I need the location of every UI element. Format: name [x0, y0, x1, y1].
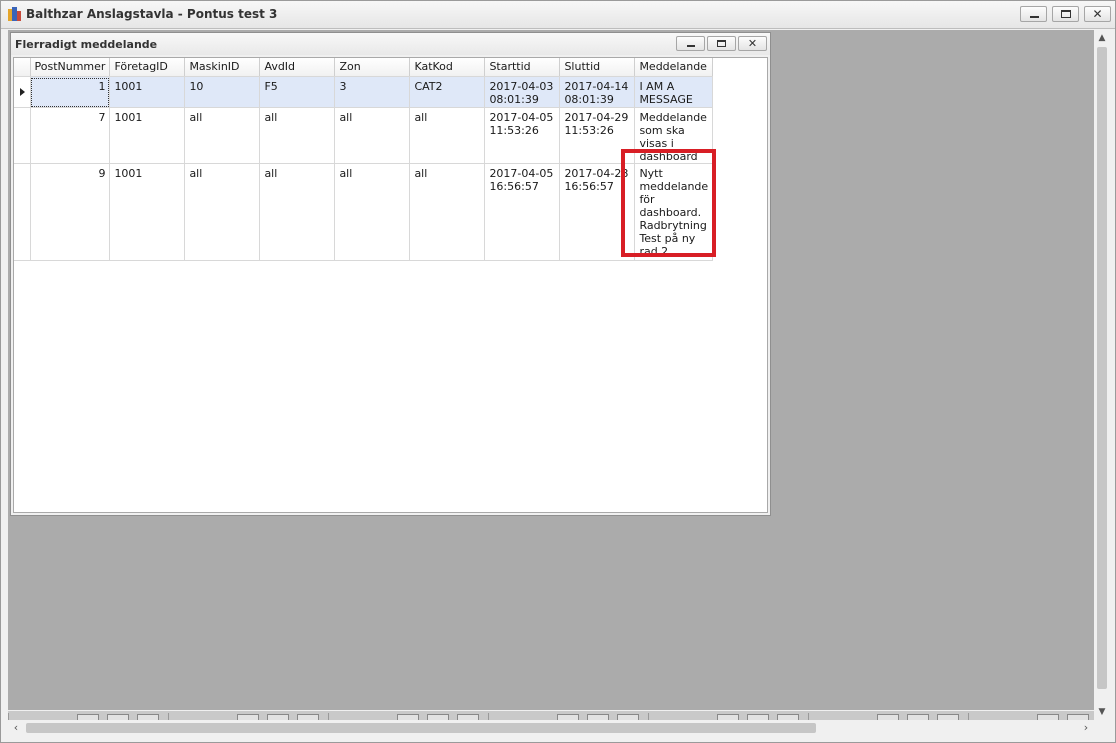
cell-zon[interactable]: all [334, 107, 411, 164]
cell-starttid[interactable]: 2017-04-03 08:01:39 [484, 76, 561, 108]
maximize-icon [717, 40, 726, 47]
child-window-title: Flerradigt meddelande [15, 38, 158, 51]
row-selector[interactable] [14, 107, 31, 164]
scroll-down-icon[interactable]: ▼ [1094, 704, 1110, 720]
cell-postnummer[interactable]: 9 [30, 163, 111, 261]
close-icon: ✕ [1092, 7, 1103, 21]
minimized-window[interactable] [808, 713, 964, 720]
column-header-zon[interactable]: Zon [334, 58, 411, 77]
horizontal-scroll-thumb[interactable] [26, 723, 816, 733]
scroll-up-icon[interactable]: ▲ [1094, 30, 1110, 46]
maximize-icon [1061, 10, 1071, 18]
cell-avdid[interactable]: F5 [259, 76, 336, 108]
app-logo-icon [8, 7, 22, 22]
column-header-starttid[interactable]: Starttid [484, 58, 561, 77]
table-row[interactable]: 1 1001 10 F5 3 CAT2 2017-04-03 08:01:39 … [14, 76, 714, 108]
cell-avdid[interactable]: all [259, 107, 336, 164]
minimized-window[interactable] [488, 713, 644, 720]
scroll-left-icon[interactable]: ‹ [8, 720, 24, 736]
column-header-postnummer[interactable]: PostNummer [30, 58, 111, 77]
cell-foretagid[interactable]: 1001 [109, 107, 186, 164]
minimize-button[interactable] [1020, 6, 1047, 22]
child-maximize-button[interactable] [707, 36, 736, 51]
column-header-foretagid[interactable]: FöretagID [109, 58, 186, 77]
cell-katkod[interactable]: all [409, 163, 486, 261]
close-icon: ✕ [747, 37, 758, 50]
cell-zon[interactable]: 3 [334, 76, 411, 108]
minimize-icon [687, 45, 695, 47]
minimized-window[interactable] [8, 713, 164, 720]
maximize-button[interactable] [1052, 6, 1079, 22]
cell-maskinid[interactable]: all [184, 107, 261, 164]
minimize-icon [1030, 16, 1039, 18]
cell-zon[interactable]: all [334, 163, 411, 261]
cell-meddelande[interactable]: I AM A MESSAGE [634, 76, 714, 108]
cell-postnummer[interactable]: 1 [30, 76, 111, 108]
data-grid[interactable]: PostNummer FöretagID MaskinID AvdId Zon … [13, 57, 768, 513]
application-window: Balthzar Anslagstavla - Pontus test 3 ✕ [0, 0, 1116, 743]
message-table: PostNummer FöretagID MaskinID AvdId Zon … [14, 58, 714, 261]
cell-katkod[interactable]: all [409, 107, 486, 164]
vertical-scroll-thumb[interactable] [1097, 47, 1107, 689]
column-header-maskinid[interactable]: MaskinID [184, 58, 261, 77]
row-selector[interactable] [14, 76, 31, 108]
cell-maskinid[interactable]: all [184, 163, 261, 261]
minimized-windows-strip [8, 711, 1110, 720]
vertical-scrollbar[interactable]: ▲ ▼ [1094, 30, 1110, 720]
cell-foretagid[interactable]: 1001 [109, 76, 186, 108]
column-header-avdid[interactable]: AvdId [259, 58, 336, 77]
current-row-arrow-icon [20, 88, 25, 96]
scroll-right-icon[interactable]: › [1078, 720, 1094, 736]
close-button[interactable]: ✕ [1084, 6, 1111, 22]
minimized-window[interactable] [648, 713, 804, 720]
title-bar[interactable]: Balthzar Anslagstavla - Pontus test 3 ✕ [1, 1, 1115, 29]
row-selector[interactable] [14, 163, 31, 261]
window-title: Balthzar Anslagstavla - Pontus test 3 [26, 7, 278, 21]
cell-postnummer[interactable]: 7 [30, 107, 111, 164]
cell-foretagid[interactable]: 1001 [109, 163, 186, 261]
cell-starttid[interactable]: 2017-04-05 11:53:26 [484, 107, 561, 164]
minimized-window[interactable] [968, 713, 1110, 720]
cell-starttid[interactable]: 2017-04-05 16:56:57 [484, 163, 561, 261]
column-header-meddelande[interactable]: Meddelande [634, 58, 714, 77]
cell-sluttid[interactable]: 2017-04-14 08:01:39 [559, 76, 636, 108]
table-row[interactable]: 7 1001 all all all all 2017-04-05 11:53:… [14, 107, 714, 164]
child-window-flerradigt-meddelande: Flerradigt meddelande ✕ PostNummer Föret… [10, 32, 771, 516]
cell-avdid[interactable]: all [259, 163, 336, 261]
row-header-corner [14, 58, 31, 77]
child-title-bar[interactable]: Flerradigt meddelande ✕ [11, 33, 770, 55]
cell-katkod[interactable]: CAT2 [409, 76, 486, 108]
column-header-sluttid[interactable]: Sluttid [559, 58, 636, 77]
annotation-highlight-box [621, 149, 716, 257]
column-header-katkod[interactable]: KatKod [409, 58, 486, 77]
minimized-window[interactable] [328, 713, 484, 720]
cell-maskinid[interactable]: 10 [184, 76, 261, 108]
minimized-window[interactable] [168, 713, 324, 720]
horizontal-scrollbar[interactable]: ‹ › [8, 720, 1094, 736]
child-close-button[interactable]: ✕ [738, 36, 767, 51]
child-minimize-button[interactable] [676, 36, 705, 51]
table-row[interactable]: 9 1001 all all all all 2017-04-05 16:56:… [14, 163, 714, 261]
header-row: PostNummer FöretagID MaskinID AvdId Zon … [14, 58, 714, 77]
